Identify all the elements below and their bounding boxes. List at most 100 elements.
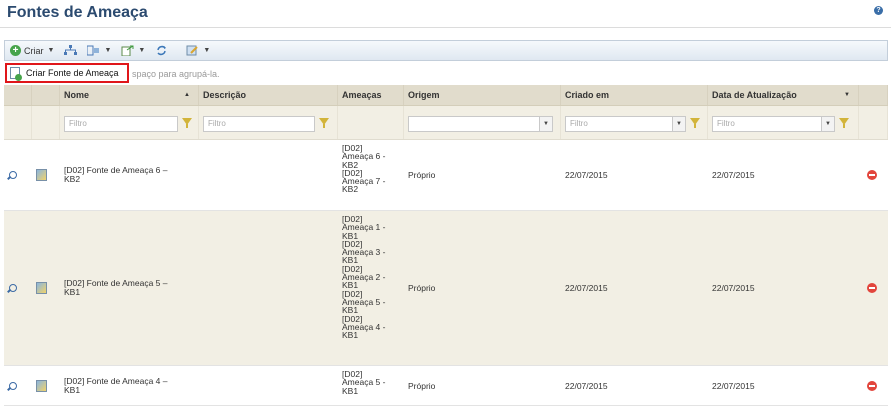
filter-cell-description: Filtro [199,106,338,139]
header-cell-view [4,85,32,105]
chevron-down-icon: ▼ [138,47,146,54]
updated-filter-input[interactable]: Filtro [712,116,822,132]
row-origin-cell: Próprio [408,283,436,293]
table-row: [D02] Fonte de Ameaça 6 – KB2 [D02] Amea… [4,140,888,211]
chevron-down-icon: ▼ [203,47,211,54]
description-filter-input[interactable]: Filtro [203,116,315,132]
filter-cell-empty [32,106,60,139]
create-button-label: Criar [24,45,44,56]
toolbar: + Criar ▼ ▼ ▼ ▼ [4,40,888,61]
filter-cell-name: Filtro [60,106,199,139]
row-name-cell: [D02] Fonte de Ameaça 6 – KB2 [60,140,199,210]
table-row: [D02] Fonte de Ameaça 4 – KB1 [D02] Amea… [4,366,888,406]
filter-cell-updated: Filtro ▼ [708,106,859,139]
chevron-down-icon: ▼ [47,47,55,54]
magnifier-icon[interactable] [9,381,17,390]
hierarchy-button[interactable] [59,41,82,60]
column-header-description[interactable]: Descrição [199,85,338,105]
column-header-updated[interactable]: Data de Atualização ▼ [708,85,859,105]
created-filter-input[interactable]: Filtro [565,116,673,132]
row-origin-cell: Próprio [408,170,436,180]
row-name-cell: [D02] Fonte de Ameaça 4 – KB1 [60,366,199,405]
row-origin-cell: Próprio [408,380,436,391]
export-button[interactable]: ▼ [116,41,150,60]
row-updated-cell: 22/07/2015 [712,170,755,180]
chevron-down-icon: ▼ [104,47,112,54]
chevron-down-icon[interactable]: ▼ [672,116,686,132]
row-description-cell [199,140,338,210]
filter-row: Filtro Filtro ▼ Filtro ▼ Filtro ▼ [4,106,888,140]
group-by-area[interactable]: spaço para agrupá-la. [4,62,888,84]
row-delete-cell [859,366,888,405]
name-filter-input[interactable]: Filtro [64,116,178,132]
row-edit-cell [32,211,60,365]
header-cell-delete [859,85,888,105]
magnifier-icon[interactable] [9,171,17,179]
header-cell-edit [32,85,60,105]
row-created-cell: 22/07/2015 [565,170,608,180]
chevron-down-icon[interactable]: ▼ [539,116,553,132]
sort-ascending-icon: ▲ [184,92,190,98]
column-header-origin[interactable]: Origem [404,85,561,105]
menu-item-create-threat-source[interactable]: Criar Fonte de Ameaça [26,68,119,78]
page-title: Fontes de Ameaça [7,4,148,21]
refresh-button[interactable] [150,41,173,60]
filter-cell-empty [859,106,888,139]
column-header-name[interactable]: Nome ▲ [60,85,199,105]
delete-icon[interactable] [867,380,877,391]
filter-icon[interactable] [182,118,192,128]
row-delete-cell [859,211,888,365]
filter-cell-empty [4,106,32,139]
new-document-icon [10,67,22,81]
filter-cell-origin: ▼ [404,106,561,139]
row-edit-cell [32,140,60,210]
edit-icon[interactable] [36,379,47,392]
row-name-cell: [D02] Fonte de Ameaça 5 – KB1 [60,211,199,365]
column-header-updated-label: Data de Atualização [712,90,797,100]
row-edit-cell [32,366,60,405]
row-threats-cell: [D02] Ameaça 5 - KB1 [342,369,386,396]
filter-cell-threats [338,106,404,139]
row-view-cell [4,211,32,365]
delete-icon[interactable] [867,283,877,293]
hierarchy-icon [64,45,78,55]
column-header-created[interactable]: Criado em [561,85,708,105]
help-icon[interactable]: ? [874,6,883,15]
export-icon [121,45,134,56]
chevron-down-icon[interactable]: ▼ [821,116,835,132]
filter-icon[interactable] [319,118,329,128]
row-description-cell [199,211,338,365]
add-icon: + [10,45,21,56]
grid-view-icon [87,45,100,56]
threat-source-name[interactable]: [D02] Fonte de Ameaça 6 – KB2 [64,166,167,184]
table-row: [D02] Fonte de Ameaça 5 – KB1 [D02] Amea… [4,211,888,366]
filter-icon[interactable] [690,118,700,128]
bulk-edit-button[interactable]: ▼ [181,41,215,60]
column-header-threats[interactable]: Ameaças [338,85,404,105]
group-by-hint: spaço para agrupá-la. [132,69,220,79]
chevron-down-icon[interactable]: ▼ [844,85,850,106]
edit-icon[interactable] [36,282,47,294]
edit-icon [186,45,199,56]
magnifier-icon[interactable] [9,284,17,292]
origin-filter-select[interactable] [408,116,540,132]
row-threats-cell: [D02] Ameaça 1 - KB1 [D02] Ameaça 3 - KB… [342,214,386,341]
row-description-cell [199,366,338,405]
refresh-icon [157,45,167,56]
edit-icon[interactable] [36,169,47,181]
view-options-button[interactable]: ▼ [82,41,116,60]
row-view-cell [4,140,32,210]
grid-header: Nome ▲ Descrição Ameaças Origem Criado e… [4,85,888,106]
threat-sources-grid: Nome ▲ Descrição Ameaças Origem Criado e… [4,85,888,406]
threat-source-name[interactable]: [D02] Fonte de Ameaça 4 – KB1 [64,376,167,395]
create-dropdown-menu: Criar Fonte de Ameaça [5,63,129,83]
row-view-cell [4,366,32,405]
threat-source-name[interactable]: [D02] Fonte de Ameaça 5 – KB1 [64,279,167,297]
delete-icon[interactable] [867,170,877,180]
row-delete-cell [859,140,888,210]
row-created-cell: 22/07/2015 [565,283,608,293]
create-button[interactable]: + Criar ▼ [5,41,59,60]
filter-icon[interactable] [839,118,849,128]
row-created-cell: 22/07/2015 [565,380,608,391]
filter-cell-created: Filtro ▼ [561,106,708,139]
